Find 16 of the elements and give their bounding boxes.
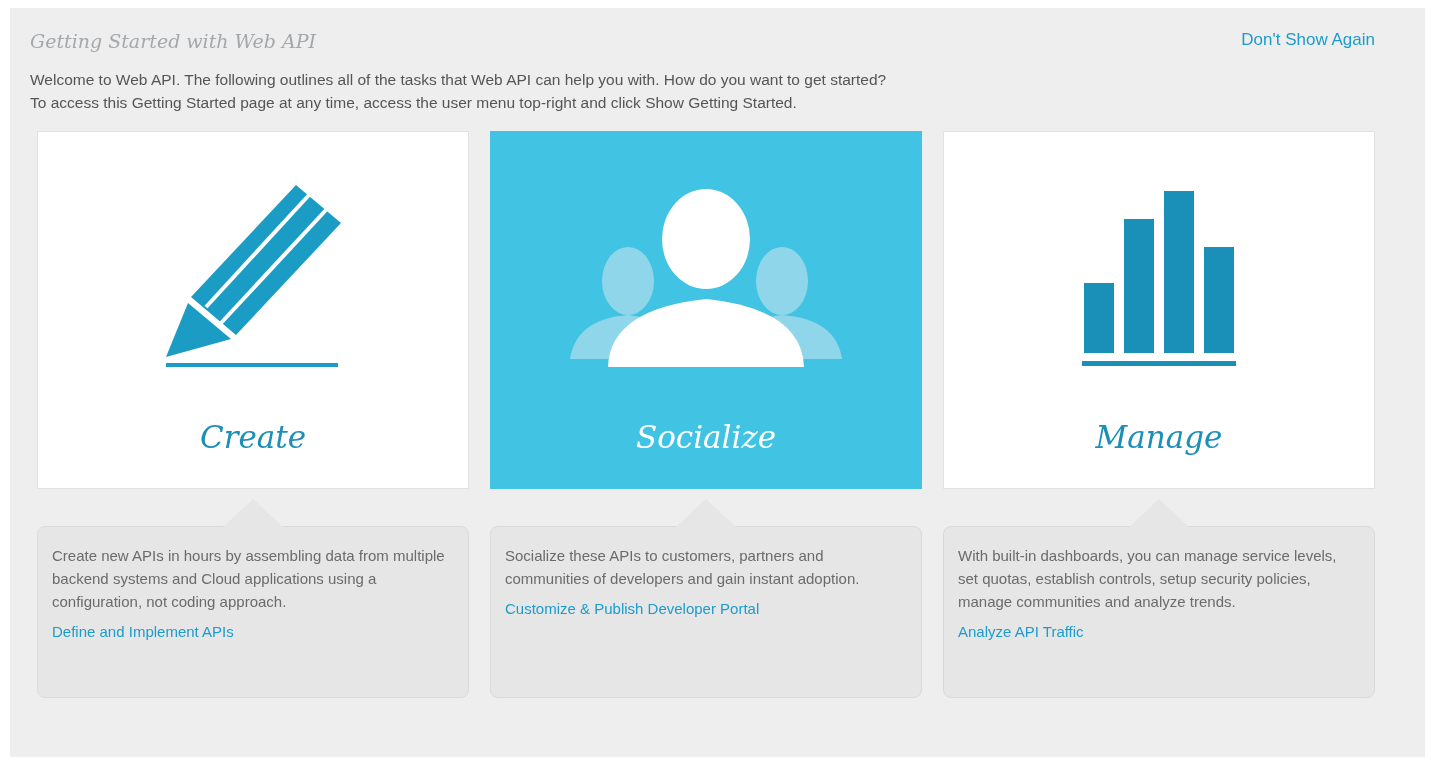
action-link[interactable]: Analyze API Traffic <box>958 623 1084 640</box>
people-icon <box>570 189 842 367</box>
option-card[interactable]: Create <box>37 131 469 489</box>
description-text: Create new APIs in hours by assembling data from multiple backend systems and Cloud applications using a configuration, not coding approach. <box>52 546 446 612</box>
page-title: Getting Started with Web API <box>30 30 317 52</box>
intro-text: Welcome to Web API. The following outlines all of the tasks that Web API can help you with. How do you want to get started? <box>30 70 888 90</box>
option-card[interactable]: Manage <box>943 131 1375 489</box>
pencil-icon <box>165 185 341 367</box>
dont-show-again-link[interactable]: Don't Show Again <box>1241 30 1375 50</box>
description-text: With built-in dashboards, you can manage service levels, set quotas, establish controls, setup security policies, manage communities and analyze trends. <box>958 546 1338 612</box>
option-card[interactable]: Socialize <box>490 131 922 489</box>
intro-text: To access this Getting Started page at any time, access the user menu top-right and click Show Getting Started. <box>30 93 798 113</box>
bar-chart-icon <box>1082 191 1236 367</box>
description-text: Socialize these APIs to customers, partners and communities of developers and gain instant adoption. <box>505 546 861 589</box>
action-link[interactable]: Define and Implement APIs <box>52 623 234 640</box>
action-link[interactable]: Customize & Publish Developer Portal <box>505 600 760 617</box>
